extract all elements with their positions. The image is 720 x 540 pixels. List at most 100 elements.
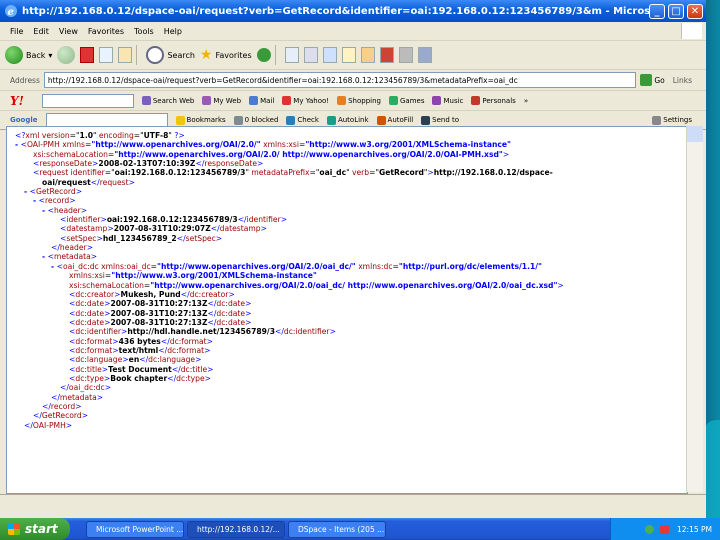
xml-line: <dc:date>2007-08-31T10:27:13Z</dc:date> xyxy=(69,317,252,327)
yahoo-music[interactable]: Music xyxy=(432,96,463,105)
menu-help[interactable]: Help xyxy=(164,27,182,36)
google-bookmarks[interactable]: Bookmarks xyxy=(175,115,226,125)
clock[interactable]: 12:15 PM xyxy=(677,525,712,534)
go-arrow-icon xyxy=(640,74,653,86)
xml-line: - <metadata> xyxy=(42,252,98,262)
xml-line: </OAI-PMH> xyxy=(24,420,73,430)
search-web-label: Search Web xyxy=(152,96,195,105)
close-button[interactable]: ✕ xyxy=(687,3,703,19)
home-icon xyxy=(118,47,133,63)
menu-view[interactable]: View xyxy=(59,27,78,36)
media-button[interactable] xyxy=(256,48,271,62)
taskbar-item-powerpoint[interactable]: Microsoft PowerPoint ... xyxy=(86,520,184,538)
google-settings[interactable]: Settings xyxy=(652,115,692,125)
windows-logo-icon xyxy=(681,23,702,39)
antivirus-icon[interactable] xyxy=(660,524,669,534)
yahoo-logo[interactable]: Y! xyxy=(10,94,24,108)
back-button[interactable]: Back ▾ xyxy=(5,46,52,64)
google-logo[interactable]: Google xyxy=(10,116,38,124)
messenger-button[interactable] xyxy=(360,47,375,63)
google-popup-blocker[interactable]: 0 blocked xyxy=(233,115,278,125)
vertical-scrollbar[interactable] xyxy=(686,126,703,492)
refresh-button[interactable] xyxy=(99,47,114,63)
xml-line: <?xml version="1.0" encoding="UTF-8" ?> xyxy=(15,131,185,140)
yahoo-my-yahoo[interactable]: My Yahoo! xyxy=(282,96,329,105)
taskbar: start Microsoft PowerPoint ... http://19… xyxy=(0,518,720,540)
menu-favorites[interactable]: Favorites xyxy=(88,27,124,36)
ie-window: e http://192.168.0.12/dspace-oai/request… xyxy=(0,0,706,518)
xml-document: <?xml version="1.0" encoding="UTF-8" ?> -… xyxy=(7,127,687,430)
address-input[interactable]: http://192.168.0.12/dspace-oai/request?v… xyxy=(43,72,637,88)
google-item-label: AutoFill xyxy=(387,116,414,124)
yahoo-shopping[interactable]: Shopping xyxy=(337,96,381,105)
home-button[interactable] xyxy=(118,47,133,63)
google-item-label: Check xyxy=(297,116,319,124)
yahoo-search-input[interactable] xyxy=(41,93,134,108)
settings-label: Settings xyxy=(663,116,692,124)
research-button[interactable] xyxy=(379,47,394,63)
yahoo-item-label: Music xyxy=(443,96,464,105)
google-check[interactable]: Check xyxy=(286,115,319,125)
google-autolink[interactable]: AutoLink xyxy=(326,115,369,125)
edit-button[interactable] xyxy=(322,47,337,63)
google-autofill[interactable]: AutoFill xyxy=(376,115,414,125)
favorites-button[interactable]: ★ Favorites xyxy=(200,47,252,63)
yahoo-my-web[interactable]: My Web xyxy=(202,96,241,105)
xml-line: </metadata> xyxy=(51,392,104,402)
page-content: <?xml version="1.0" encoding="UTF-8" ?> -… xyxy=(6,126,688,494)
xml-line: <identifier>oai:192.168.0.12:123456789/3… xyxy=(60,215,288,225)
toolbar-overflow-icon[interactable]: » xyxy=(524,97,528,105)
yahoo-item-label: Mail xyxy=(260,96,275,105)
menu-edit[interactable]: Edit xyxy=(33,27,49,36)
xml-line: <dc:title>Test Document</dc:title> xyxy=(69,364,214,374)
address-bar: Address http://192.168.0.12/dspace-oai/r… xyxy=(0,70,706,91)
stop-icon xyxy=(80,47,95,63)
discuss-button[interactable] xyxy=(341,47,356,63)
tool-button[interactable] xyxy=(398,47,413,63)
back-label: Back xyxy=(26,50,46,60)
tool-button[interactable] xyxy=(417,47,432,63)
scroll-up-arrow-icon[interactable] xyxy=(687,126,703,142)
yahoo-search-web-button[interactable]: Search Web xyxy=(141,96,195,105)
google-search-input[interactable] xyxy=(45,113,168,127)
taskbar-item-dspace[interactable]: DSpace - Items (205 ... xyxy=(288,520,386,538)
go-button[interactable]: Go xyxy=(640,74,665,86)
yahoo-personals[interactable]: Personals xyxy=(471,96,516,105)
xml-line: xsi:schemaLocation="http://www.openarchi… xyxy=(69,280,564,290)
taskbar-item-ie[interactable]: http://192.168.0.12/... xyxy=(187,520,285,538)
xml-line: - <record> xyxy=(33,196,76,206)
links-button[interactable]: Links xyxy=(673,76,692,85)
mail-icon xyxy=(249,96,259,105)
address-label: Address xyxy=(10,75,40,85)
shopping-icon xyxy=(337,96,347,105)
search-label: Search xyxy=(167,50,195,60)
star-icon xyxy=(175,115,185,125)
mail-icon xyxy=(284,47,299,63)
google-send-to[interactable]: Send to xyxy=(421,115,459,125)
refresh-icon xyxy=(99,47,114,63)
xml-line: </header> xyxy=(51,243,94,253)
personals-icon xyxy=(471,96,481,105)
yahoo-mail[interactable]: Mail xyxy=(249,96,274,105)
music-icon xyxy=(432,96,442,105)
minimize-button[interactable]: _ xyxy=(649,3,665,19)
forward-button[interactable] xyxy=(57,46,76,64)
xml-line: <dc:date>2007-08-31T10:27:13Z</dc:date> xyxy=(69,308,252,318)
maximize-button[interactable]: □ xyxy=(668,3,684,19)
start-button[interactable]: start xyxy=(0,518,70,540)
send-icon xyxy=(421,115,431,125)
menu-file[interactable]: File xyxy=(10,27,23,36)
xml-line: xmlns:xsi="http://www.w3.org/2001/XMLSch… xyxy=(69,271,317,281)
xml-line: - <GetRecord> xyxy=(24,187,83,197)
autolink-icon xyxy=(326,115,336,125)
network-icon[interactable] xyxy=(645,524,654,534)
print-button[interactable] xyxy=(303,47,318,63)
stop-button[interactable] xyxy=(80,47,95,63)
xml-line: <dc:language>en</dc:language> xyxy=(69,355,202,365)
menu-tools[interactable]: Tools xyxy=(134,27,154,36)
search-button[interactable]: Search xyxy=(146,46,195,64)
title-bar[interactable]: e http://192.168.0.12/dspace-oai/request… xyxy=(0,0,706,22)
yahoo-games[interactable]: Games xyxy=(388,96,424,105)
slide-decoration xyxy=(704,420,720,530)
mail-button[interactable] xyxy=(284,47,299,63)
